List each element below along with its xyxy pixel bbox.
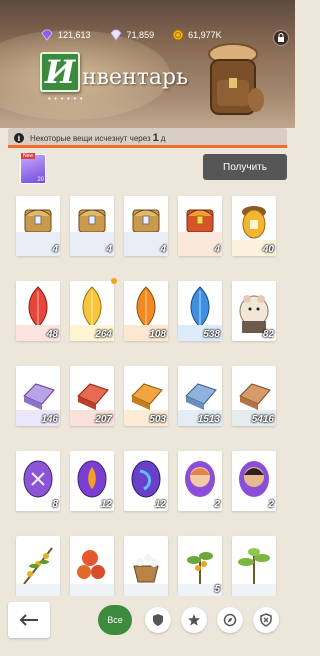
amethyst-value: 121,613 [58, 30, 91, 40]
inventory-item-orange-feather[interactable]: 108 [124, 281, 168, 341]
backpack-icon [208, 43, 264, 115]
title-rest: нвентарь [82, 65, 189, 90]
tab-compass[interactable] [217, 607, 243, 633]
tab-star[interactable] [181, 607, 207, 633]
coin-value: 61,977K [188, 30, 222, 40]
item-count: 40 [262, 244, 274, 255]
claim-item-count: 20 [37, 177, 44, 183]
item-count: 2 [214, 499, 220, 510]
fullscreen-button[interactable] [273, 30, 289, 46]
item-count: 5 [214, 584, 220, 595]
star-icon [188, 614, 200, 626]
inventory-item-olive-branch[interactable] [16, 536, 60, 596]
item-count: 207 [95, 414, 112, 425]
item-count: 82 [262, 329, 274, 340]
item-count: 12 [100, 499, 112, 510]
diamond-icon [110, 29, 122, 41]
arrow-left-icon [19, 614, 38, 626]
inventory-item-silver-chest[interactable]: 4 [16, 196, 60, 256]
title-dots: • • • • • • [48, 96, 84, 103]
inventory-item-woman-portrait-token[interactable]: 2 [178, 451, 222, 511]
flower-basket-icon [124, 554, 168, 596]
notice-number: 1 [152, 132, 159, 144]
amethyst-icon [41, 29, 53, 41]
inventory-item-green-plant[interactable] [232, 536, 276, 596]
new-badge: New [21, 153, 36, 159]
diamond-counter[interactable]: 71,859 [109, 29, 155, 41]
item-count: 48 [46, 329, 58, 340]
crest-icon [260, 613, 272, 627]
inventory-item-orange-fruits[interactable] [70, 536, 114, 596]
inventory-item-orange-ingot[interactable]: 503 [124, 366, 168, 426]
inventory-item-fire-rune-egg[interactable]: 12 [70, 451, 114, 511]
info-icon: i [14, 133, 24, 143]
inventory-item-grey-ingot[interactable]: 5416 [232, 366, 276, 426]
green-plant-icon [232, 548, 276, 596]
inventory-item-silver-chest[interactable]: 4 [124, 196, 168, 256]
item-count: 12 [154, 499, 166, 510]
compass-icon [223, 613, 237, 627]
inventory-item-red-ingot[interactable]: 207 [70, 366, 114, 426]
orange-fruits-icon [70, 550, 114, 596]
inventory-item-hamster-figure[interactable]: 82 [232, 281, 276, 341]
inventory-item-blue-feather[interactable]: 538 [178, 281, 222, 341]
item-count: 8 [52, 499, 58, 510]
lock-icon [278, 33, 284, 42]
inventory-item-silver-chest[interactable]: 4 [70, 196, 114, 256]
back-button[interactable] [8, 602, 50, 638]
notice-unit: д [160, 133, 166, 143]
inventory-item-man-portrait-token[interactable]: 2 [232, 451, 276, 511]
shield-icon [153, 614, 163, 626]
item-count: 538 [203, 329, 220, 340]
inventory-item-yellow-feather[interactable]: 264 [70, 278, 117, 341]
title-first-letter: И [40, 52, 80, 92]
tab-crest[interactable] [253, 607, 279, 633]
inventory-item-purple-ingot[interactable]: 146 [16, 366, 60, 426]
claim-button[interactable]: Получить [203, 154, 287, 180]
item-count: 4 [106, 244, 112, 255]
olive-branch-icon [16, 547, 60, 596]
diamond-value: 71,859 [126, 30, 155, 40]
tab-shield[interactable] [145, 607, 171, 633]
coin-icon [172, 29, 184, 41]
item-count: 4 [214, 244, 220, 255]
inventory-item-purple-rune-egg[interactable]: 8 [16, 451, 60, 511]
new-indicator-dot [111, 278, 117, 284]
notice-text: Некоторые вещи исчезнут через [30, 133, 151, 143]
footer-bar: Все [0, 596, 295, 656]
item-count: 2 [268, 499, 274, 510]
item-count: 503 [149, 414, 166, 425]
inventory-item-red-gold-chest[interactable]: 4 [178, 196, 222, 256]
page-title: И нвентарь [40, 52, 188, 92]
inventory-item-blue-ingot[interactable]: 1513 [178, 366, 222, 426]
item-count: 5416 [251, 414, 274, 425]
notice-accent-line [8, 145, 287, 148]
inventory-item-gold-acorn-chest[interactable]: 40 [232, 196, 276, 256]
claim-row: New 20 Получить [8, 150, 287, 188]
tab-all[interactable]: Все [98, 605, 132, 635]
category-tabs: Все [98, 604, 288, 636]
item-count: 264 [95, 329, 112, 340]
claim-item[interactable]: New 20 [20, 153, 46, 184]
inventory-grid: 4 4 4 4 40 48 264 108 538 82 146 207 503 1513 5416 8 12 1… [16, 196, 286, 596]
item-count: 4 [52, 244, 58, 255]
inventory-header: 121,613 71,859 61,977K И нвентарь • • • … [0, 0, 295, 128]
item-count: 1513 [197, 414, 220, 425]
item-count: 108 [149, 329, 166, 340]
inventory-item-blue-rune-egg[interactable]: 12 [124, 451, 168, 511]
item-count: 4 [160, 244, 166, 255]
inventory-item-orange-tree-seedling[interactable]: 5 [178, 536, 222, 596]
amethyst-counter[interactable]: 121,613 [40, 29, 91, 41]
inventory-item-flower-basket[interactable] [124, 536, 168, 596]
inventory-item-red-feather[interactable]: 48 [16, 281, 60, 341]
item-count: 146 [41, 414, 58, 425]
